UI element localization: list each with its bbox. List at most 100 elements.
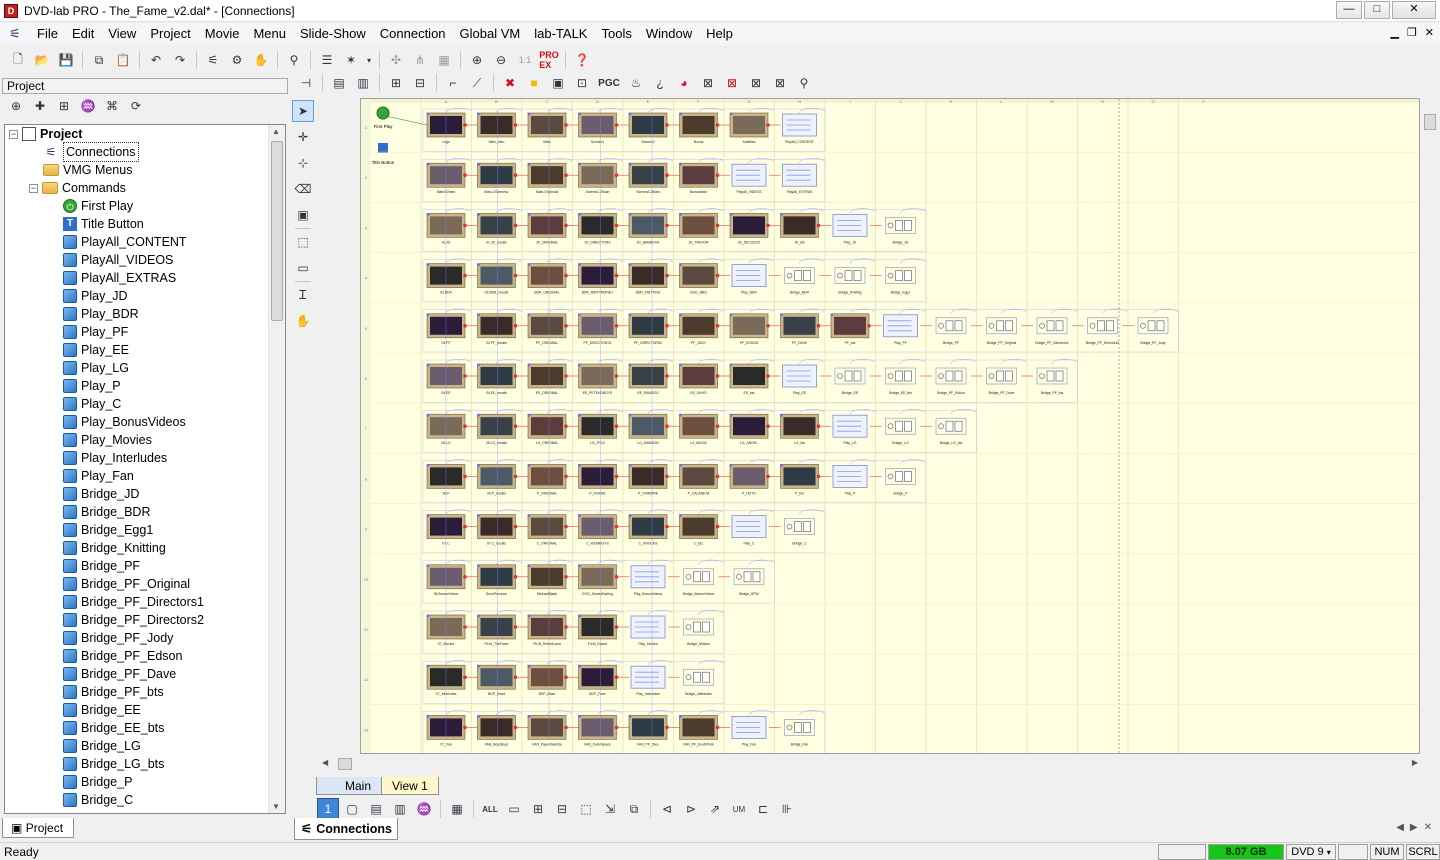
movie-node[interactable]: FAN_PF_Oleo [628,715,669,746]
view-1-button[interactable]: 1 [317,798,339,820]
st-icon[interactable]: ⊠ [721,72,743,94]
movie-node[interactable]: EGG_DesiesDarling [578,564,619,596]
tree-item-commands[interactable]: − Commands [5,179,285,197]
tree-item-command[interactable]: Bridge_Egg1 [5,521,285,539]
mdi-minimize-icon[interactable]: ▁ [1390,26,1398,39]
tree-item-command[interactable]: Bridge_EE [5,701,285,719]
plus-box-icon[interactable]: ⊞ [527,798,549,820]
movie-node[interactable]: P_bts [780,464,821,495]
bracket-icon[interactable]: ⊏ [752,798,774,820]
tree-item-command[interactable]: Play_Interludes [5,449,285,467]
movie-node[interactable]: 03.PF [426,313,467,345]
movie-node[interactable]: 03.PF_results [477,313,518,345]
canvas-vertical-scrollbar[interactable] [1422,98,1439,754]
command-node[interactable]: Bridge_Movies [683,618,714,646]
command-node[interactable]: Bridge_PF [935,317,967,345]
command-node[interactable]: Bridge_EE_bts [885,367,916,395]
tree-item-command[interactable]: Play_BDR [5,305,285,323]
link-mode-icon[interactable]: ⊞ [385,72,407,94]
movie-node[interactable]: BDP_Face [578,664,619,696]
scroll-left-icon[interactable]: ◀ [322,758,328,767]
dfx-icon[interactable]: ⋔ [409,49,431,71]
tree-item-command[interactable]: Play_EE [5,341,285,359]
scroll-thumb[interactable] [338,758,352,770]
command-node[interactable]: Play_EE [782,364,817,395]
pro-ex-icon[interactable]: PRO EX [538,49,560,71]
properties-icon[interactable]: ☰ [316,49,338,71]
movie-node[interactable]: X7_Interludes [426,664,467,696]
movie-node[interactable]: FAN_PF_SouthPark [679,715,720,746]
dropdown-arrow-icon[interactable]: ▾ [364,49,374,71]
command-node[interactable]: Bridge_EE [834,367,866,395]
tree-item-command[interactable]: Bridge_PF_Edson [5,647,285,665]
tab-close-icon[interactable]: ✕ [1424,822,1432,833]
movie-node[interactable]: JD_DECUEZO [729,213,770,244]
close-button[interactable]: ✕ [1392,1,1436,19]
menu-project[interactable]: Project [143,23,197,45]
tree-item-command[interactable]: Bridge_JD [5,485,285,503]
tree-item-command[interactable]: Play_JD [5,287,285,305]
movie-node[interactable]: 06.P [426,464,467,495]
tree-item-command[interactable]: Bridge_PF_Jody [5,629,285,647]
mdi-restore-icon[interactable]: ❐ [1407,26,1417,39]
command-node[interactable]: Bridge_LG_bts [935,417,967,445]
open-folder-icon[interactable]: 📂 [31,49,53,71]
help-icon[interactable]: ❓ [571,49,593,71]
tree-item-command[interactable]: Play_P [5,377,285,395]
movie-node[interactable]: BDR_ORIGINAL [527,263,568,295]
command-node[interactable]: PlayAll_VIDEOS [731,163,767,194]
eraser-icon[interactable]: ⌫ [292,178,314,200]
command-node[interactable]: PlayAll_CONTENT [782,113,817,144]
tree-item-command[interactable]: Play_LG [5,359,285,377]
menu-connection[interactable]: Connection [373,23,453,45]
zoom-in-icon[interactable]: ⊕ [466,49,488,71]
command-node[interactable]: Bridge_BDR [784,267,815,295]
tree-item-command[interactable]: Bridge_PF_Directors1 [5,593,285,611]
um-button[interactable]: UM [728,798,750,820]
movie-node[interactable]: BDR_KNITTING [628,263,669,295]
movie-node[interactable]: FAN_PaperGamsta [527,715,568,746]
movie-node[interactable]: LG_bts [780,413,821,445]
add-movie-icon[interactable]: ⊕ [5,95,27,117]
add-vmg-icon[interactable]: ♒ [77,95,99,117]
movie-node[interactable]: LG_RT12 [578,413,619,445]
scroll-right-icon[interactable]: ▶ [1412,758,1418,767]
movie-node[interactable]: 07.C [426,514,467,546]
pin-icon[interactable]: ⊣ [295,72,317,94]
crosshair-icon[interactable]: ✛ [292,126,314,148]
command-node[interactable]: Bridge_PF_Dave [986,367,1017,395]
command-node[interactable]: Bridge_BonusVideos [683,568,715,596]
movie-node[interactable]: EE_ORIGINAL [527,363,568,395]
command-node[interactable]: Bridge_PF_Directors1 [1035,317,1069,345]
copy-icon[interactable]: ⧉ [88,49,110,71]
view-list-icon[interactable]: ▤ [365,798,387,820]
box-select-icon[interactable]: ⬚ [292,231,314,253]
command-node[interactable]: Bridge_SPW [733,568,765,596]
movie-node[interactable]: Scenes1 [578,112,619,144]
movie-node[interactable]: PF_EDSON [729,313,770,345]
menu-movie[interactable]: Movie [198,23,247,45]
first-play-icon[interactable] [376,106,390,120]
command-node[interactable]: PlayAll_EXTRAS [782,163,817,194]
project-tab[interactable]: ▣ Project [2,818,74,838]
tree-item-command[interactable]: Bridge_PF_bts [5,683,285,701]
movie-node[interactable]: FAN_BoysBoys [477,715,518,746]
scroll-down-icon[interactable]: ▼ [272,802,280,811]
rect-icon[interactable]: ▭ [503,798,525,820]
movie-node[interactable]: 01.JD [426,213,467,244]
movie-node[interactable]: EE_bts [729,363,770,395]
command-node[interactable]: Bridge_Interludes [683,668,714,696]
film-icon[interactable]: ▦ [433,49,455,71]
group-icon[interactable]: ▭ [292,257,314,279]
movie-node[interactable]: PF_ORIGINAL [527,313,568,345]
view-menu-icon[interactable]: ▥ [389,798,411,820]
movie-node[interactable]: Main-OScenes1 [477,162,518,194]
layout-icon[interactable]: ▥ [352,72,374,94]
menu-edit[interactable]: Edit [65,23,101,45]
movie-node[interactable]: X7_Fan [426,715,467,746]
tree-item-command[interactable]: Bridge_PF_Original [5,575,285,593]
collapse-icon[interactable]: − [29,183,38,193]
menu-slide-show[interactable]: Slide-Show [293,23,373,45]
movie-node[interactable]: Scenes1-2Main [578,162,619,194]
menu-menu[interactable]: Menu [246,23,293,45]
